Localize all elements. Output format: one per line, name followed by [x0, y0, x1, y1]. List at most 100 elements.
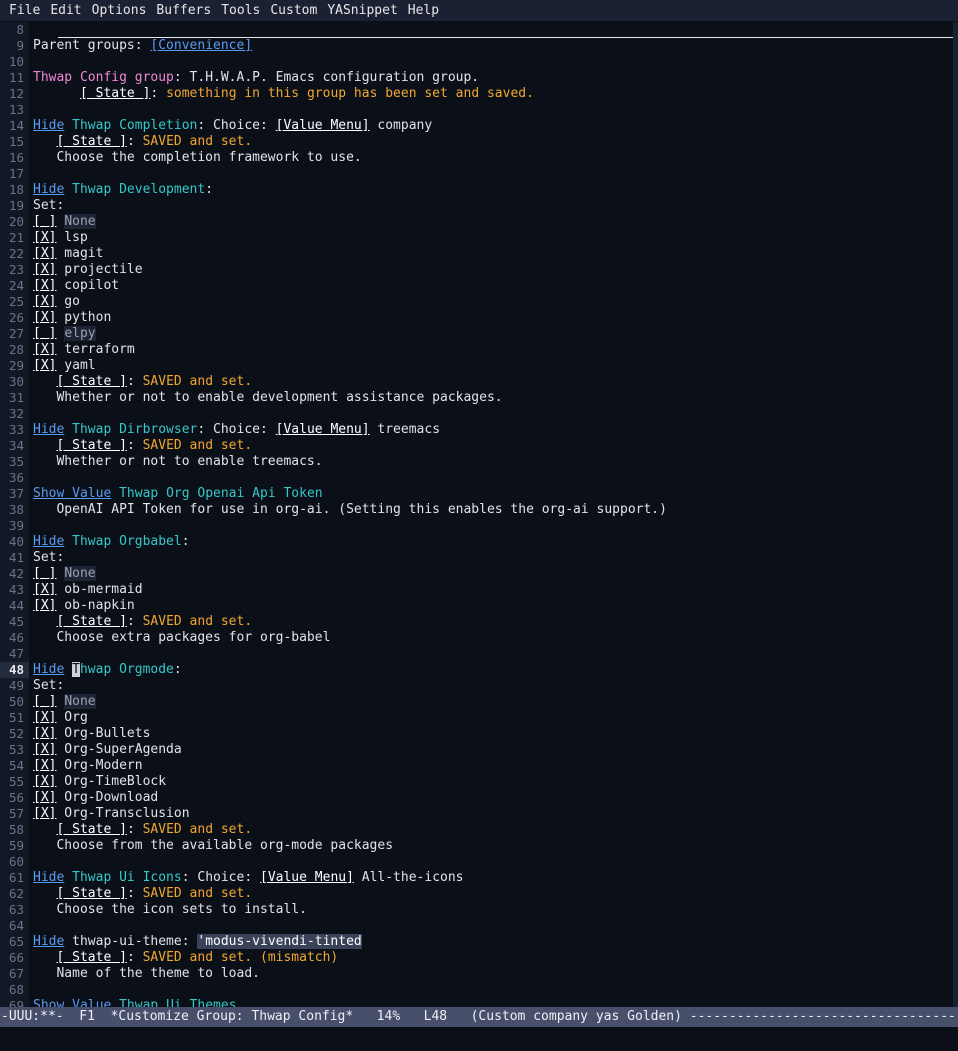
- buffer-line[interactable]: 17: [0, 166, 958, 182]
- checkbox-toggle[interactable]: [X]: [33, 342, 56, 357]
- state-button[interactable]: [ State ]: [56, 134, 126, 149]
- buffer-line[interactable]: 53 [X] Org-SuperAgenda: [0, 742, 958, 758]
- action-link[interactable]: Show Value: [33, 998, 111, 1007]
- echo-area[interactable]: [0, 1027, 958, 1051]
- menu-item-help[interactable]: Help: [403, 0, 444, 21]
- checkbox-toggle[interactable]: [ ]: [33, 214, 56, 229]
- buffer-line[interactable]: 12 [ State ]: something in this group ha…: [0, 86, 958, 102]
- checkbox-toggle[interactable]: [X]: [33, 742, 56, 757]
- buffer-line[interactable]: 25 [X] go: [0, 294, 958, 310]
- checkbox-toggle[interactable]: [X]: [33, 230, 56, 245]
- buffer-line[interactable]: 61 Hide Thwap Ui Icons: Choice: [Value Me…: [0, 870, 958, 886]
- buffer-line[interactable]: 67 Name of the theme to load.: [0, 966, 958, 982]
- menu-item-buffers[interactable]: Buffers: [151, 0, 216, 21]
- buffer-line[interactable]: 13: [0, 102, 958, 118]
- buffer-line[interactable]: 59 Choose from the available org-mode pa…: [0, 838, 958, 854]
- checkbox-toggle[interactable]: [X]: [33, 598, 56, 613]
- menu-item-edit[interactable]: Edit: [45, 0, 86, 21]
- buffer-line[interactable]: 11 Thwap Config group: T.H.W.A.P. Emacs c…: [0, 70, 958, 86]
- menu-item-tools[interactable]: Tools: [216, 0, 265, 21]
- checkbox-toggle[interactable]: [X]: [33, 790, 56, 805]
- buffer-line[interactable]: 19 Set:: [0, 198, 958, 214]
- buffer-line[interactable]: 42[ ] None: [0, 566, 958, 582]
- customize-buffer[interactable]: 8 9 Parent groups: [Convenience] 10 11 Thwap …: [0, 22, 958, 1007]
- checkbox-toggle[interactable]: [X]: [33, 262, 56, 277]
- checkbox-toggle[interactable]: [X]: [33, 246, 56, 261]
- buffer-line[interactable]: 18 Hide Thwap Development:: [0, 182, 958, 198]
- menu-item-yasnippet[interactable]: YASnippet: [322, 0, 402, 21]
- checkbox-toggle[interactable]: [X]: [33, 710, 56, 725]
- action-link[interactable]: Hide: [33, 534, 64, 549]
- checkbox-toggle[interactable]: [X]: [33, 806, 56, 821]
- buffer-line-current[interactable]: 48 Hide Thwap Orgmode:: [0, 662, 958, 678]
- buffer-line[interactable]: 50[ ] None: [0, 694, 958, 710]
- action-link[interactable]: Show Value: [33, 486, 111, 501]
- buffer-line[interactable]: 24 [X] copilot: [0, 278, 958, 294]
- checkbox-toggle[interactable]: [X]: [33, 294, 56, 309]
- action-link[interactable]: Hide: [33, 870, 64, 885]
- buffer-line[interactable]: 45 [ State ]: SAVED and set.: [0, 614, 958, 630]
- value-menu-button[interactable]: [Value Menu]: [276, 422, 370, 437]
- buffer-line[interactable]: 21 [X] lsp: [0, 230, 958, 246]
- buffer-line[interactable]: 44 [X] ob-napkin: [0, 598, 958, 614]
- buffer-line[interactable]: 41 Set:: [0, 550, 958, 566]
- checkbox-toggle[interactable]: [ ]: [33, 694, 56, 709]
- buffer-line[interactable]: 57 [X] Org-Transclusion: [0, 806, 958, 822]
- buffer-line[interactable]: 60: [0, 854, 958, 870]
- checkbox-toggle[interactable]: [ ]: [33, 326, 56, 341]
- action-link[interactable]: Hide: [33, 118, 64, 133]
- action-link[interactable]: Hide: [33, 422, 64, 437]
- buffer-line[interactable]: 31 Whether or not to enable development …: [0, 390, 958, 406]
- menu-item-options[interactable]: Options: [87, 0, 152, 21]
- state-button[interactable]: [ State ]: [56, 822, 126, 837]
- checkbox-toggle[interactable]: [X]: [33, 582, 56, 597]
- buffer-line[interactable]: 20[ ] None: [0, 214, 958, 230]
- buffer-line[interactable]: 52 [X] Org-Bullets: [0, 726, 958, 742]
- buffer-line[interactable]: 69 Show Value Thwap Ui Themes: [0, 998, 958, 1007]
- buffer-line[interactable]: 43 [X] ob-mermaid: [0, 582, 958, 598]
- buffer-line[interactable]: 26 [X] python: [0, 310, 958, 326]
- buffer-line[interactable]: 68: [0, 982, 958, 998]
- buffer-line[interactable]: 10: [0, 54, 958, 70]
- value-menu-button[interactable]: [Value Menu]: [276, 118, 370, 133]
- buffer-line[interactable]: 40 Hide Thwap Orgbabel:: [0, 534, 958, 550]
- state-button[interactable]: [ State ]: [56, 886, 126, 901]
- checkbox-toggle[interactable]: [X]: [33, 726, 56, 741]
- buffer-line[interactable]: 16 Choose the completion framework to us…: [0, 150, 958, 166]
- buffer-line[interactable]: 49 Set:: [0, 678, 958, 694]
- checkbox-toggle[interactable]: [ ]: [33, 566, 56, 581]
- buffer-line[interactable]: 28 [X] terraform: [0, 342, 958, 358]
- action-link[interactable]: Hide: [33, 934, 64, 949]
- checkbox-toggle[interactable]: [X]: [33, 774, 56, 789]
- checkbox-toggle[interactable]: [X]: [33, 278, 56, 293]
- action-link[interactable]: Hide: [33, 662, 64, 677]
- checkbox-toggle[interactable]: [X]: [33, 358, 56, 373]
- buffer-line[interactable]: 35 Whether or not to enable treemacs.: [0, 454, 958, 470]
- mode-line[interactable]: -UUU:**- F1 *Customize Group: Thwap Conf…: [0, 1007, 958, 1027]
- variable-value-field[interactable]: 'modus-vivendi-tinted: [197, 934, 362, 949]
- menu-bar[interactable]: File Edit Options Buffers Tools Custom YASnipp…: [0, 0, 958, 22]
- buffer-line[interactable]: 63 Choose the icon sets to install.: [0, 902, 958, 918]
- buffer-line[interactable]: 51 [X] Org: [0, 710, 958, 726]
- action-link[interactable]: [Convenience]: [150, 38, 252, 53]
- buffer-line[interactable]: 33 Hide Thwap Dirbrowser: Choice: [Value …: [0, 422, 958, 438]
- menu-item-custom[interactable]: Custom: [265, 0, 322, 21]
- buffer-line[interactable]: 37 Show Value Thwap Org Openai Api Token: [0, 486, 958, 502]
- state-button[interactable]: [ State ]: [56, 950, 126, 965]
- buffer-line[interactable]: 14 Hide Thwap Completion: Choice: [Value …: [0, 118, 958, 134]
- buffer-line[interactable]: 55 [X] Org-TimeBlock: [0, 774, 958, 790]
- buffer-line[interactable]: 58 [ State ]: SAVED and set.: [0, 822, 958, 838]
- buffer-line[interactable]: 64: [0, 918, 958, 934]
- buffer-line[interactable]: 46 Choose extra packages for org-babel: [0, 630, 958, 646]
- buffer-line[interactable]: 38 OpenAI API Token for use in org-ai. (…: [0, 502, 958, 518]
- buffer-line[interactable]: 15 [ State ]: SAVED and set.: [0, 134, 958, 150]
- buffer-line[interactable]: 54 [X] Org-Modern: [0, 758, 958, 774]
- buffer-line[interactable]: 32: [0, 406, 958, 422]
- buffer-line[interactable]: 9 Parent groups: [Convenience]: [0, 38, 958, 54]
- action-link[interactable]: Hide: [33, 182, 64, 197]
- buffer-line[interactable]: 39: [0, 518, 958, 534]
- buffer-line[interactable]: 22 [X] magit: [0, 246, 958, 262]
- buffer-line[interactable]: 30 [ State ]: SAVED and set.: [0, 374, 958, 390]
- checkbox-toggle[interactable]: [X]: [33, 758, 56, 773]
- value-menu-button[interactable]: [Value Menu]: [260, 870, 354, 885]
